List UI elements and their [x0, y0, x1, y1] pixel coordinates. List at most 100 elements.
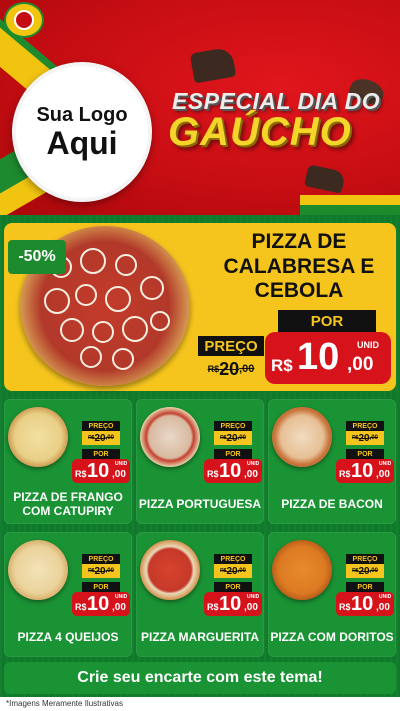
- product-card[interactable]: PREÇO R$ 20,00 POR R$ 10 UNID ,00 PIZZA DE FRANG…: [4, 399, 132, 524]
- old-price-currency: R$: [207, 364, 220, 374]
- old-price: R$ 20,00: [346, 431, 384, 445]
- old-price-int: 20: [358, 432, 370, 444]
- flag-stripe: [300, 195, 400, 205]
- price: R$ 10 UNID ,00: [72, 459, 130, 483]
- product-name: PIZZA DE BACON: [281, 496, 383, 511]
- por-label: POR: [346, 582, 384, 592]
- price-int: 10: [297, 336, 340, 378]
- preco-label: PREÇO: [346, 421, 384, 431]
- featured-product-name: PIZZA DE CALABRESA E CEBOLA: [223, 230, 375, 303]
- preco-label: PREÇO: [214, 554, 252, 564]
- product-name: PIZZA MARGUERITA: [141, 629, 259, 644]
- logo-placeholder[interactable]: Sua Logo Aqui: [12, 62, 152, 202]
- product-card[interactable]: PREÇO R$ 20,00 POR R$ 10 UNID ,00 PIZZA PORTUGUE…: [136, 399, 264, 524]
- price-dec: ,00: [376, 602, 390, 613]
- price-int: 10: [351, 593, 374, 615]
- logo-line1: Sua Logo: [36, 103, 128, 126]
- old-price-int: 20: [94, 565, 106, 577]
- por-label: POR: [82, 582, 120, 592]
- old-price-int: 20: [226, 565, 238, 577]
- old-price-dec: ,00: [105, 435, 114, 441]
- price-int: 10: [351, 460, 374, 482]
- pizza-image: [8, 540, 68, 600]
- price-int: 10: [87, 460, 110, 482]
- old-price-dec: ,00: [237, 435, 246, 441]
- pizza-image: [8, 407, 68, 467]
- old-price-dec: ,00: [239, 363, 255, 375]
- price-unit: UNID: [247, 461, 260, 467]
- old-price-dec: ,00: [369, 568, 378, 574]
- price-dec: ,00: [112, 602, 126, 613]
- price-dec: ,00: [244, 602, 258, 613]
- boot-decoration: [189, 46, 237, 84]
- price-int: 10: [219, 593, 242, 615]
- cta-banner[interactable]: Crie seu encarte com este tema!: [4, 662, 396, 694]
- por-label: POR: [82, 449, 120, 459]
- price-currency: R$: [339, 602, 351, 612]
- price-currency: R$: [207, 602, 219, 612]
- old-price-dec: ,00: [237, 568, 246, 574]
- logo-line2: Aqui: [46, 124, 118, 161]
- por-label: POR: [214, 449, 252, 459]
- old-price-int: 20: [358, 565, 370, 577]
- old-price: R$ 20,00: [82, 431, 120, 445]
- price-int: 10: [87, 593, 110, 615]
- title-line2: GAÚCHO: [168, 110, 352, 154]
- featured-por-label: POR: [278, 310, 376, 332]
- price-dec: ,00: [376, 469, 390, 480]
- old-price-int: 20: [94, 432, 106, 444]
- preco-label: PREÇO: [346, 554, 384, 564]
- old-price-dec: ,00: [105, 568, 114, 574]
- product-name: PIZZA PORTUGUESA: [138, 496, 262, 511]
- price-dec: ,00: [347, 354, 374, 375]
- old-price-int: 20: [219, 358, 240, 379]
- price-currency: R$: [207, 469, 219, 479]
- pizza-image: [140, 407, 200, 467]
- price-currency: R$: [339, 469, 351, 479]
- price: R$ 10 UNID ,00: [336, 592, 394, 616]
- por-label: POR: [214, 582, 252, 592]
- featured-old-price: R$ 20 ,00: [198, 356, 264, 382]
- price-unit: UNID: [379, 461, 392, 467]
- pizza-image: [140, 540, 200, 600]
- old-price: R$ 20,00: [82, 564, 120, 578]
- pizza-image: [272, 407, 332, 467]
- price-dec: ,00: [244, 469, 258, 480]
- old-price: R$ 20,00: [214, 564, 252, 578]
- product-card[interactable]: PREÇO R$ 20,00 POR R$ 10 UNID ,00 PIZZA COM DORI…: [268, 532, 396, 657]
- old-price-int: 20: [226, 432, 238, 444]
- price-currency: R$: [75, 469, 87, 479]
- product-card[interactable]: PREÇO R$ 20,00 POR R$ 10 UNID ,00 PIZZA MARGUERI…: [136, 532, 264, 657]
- old-price: R$ 20,00: [214, 431, 252, 445]
- price-unit: UNID: [247, 594, 260, 600]
- price-unit: UNID: [379, 594, 392, 600]
- por-label: POR: [346, 449, 384, 459]
- featured-preco-label: PREÇO: [198, 336, 264, 356]
- price-unit: UNID: [115, 594, 128, 600]
- discount-badge: -50%: [8, 240, 66, 274]
- price-int: 10: [219, 460, 242, 482]
- featured-price: R$ 10 UNID ,00: [265, 332, 391, 384]
- price: R$ 10 UNID ,00: [204, 592, 262, 616]
- product-name: PIZZA COM DORITOS: [270, 629, 394, 644]
- preco-label: PREÇO: [82, 554, 120, 564]
- old-price-dec: ,00: [369, 435, 378, 441]
- product-card[interactable]: PREÇO R$ 20,00 POR R$ 10 UNID ,00 PIZZA DE BACON: [268, 399, 396, 524]
- preco-label: PREÇO: [82, 421, 120, 431]
- price: R$ 10 UNID ,00: [204, 459, 262, 483]
- header-banner: Sua Logo Aqui ESPECIAL DIA DO GAÚCHO: [0, 0, 400, 215]
- old-price: R$ 20,00: [346, 564, 384, 578]
- price-unit: UNID: [357, 340, 379, 350]
- boot-decoration: [304, 164, 346, 194]
- product-card[interactable]: PREÇO R$ 20,00 POR R$ 10 UNID ,00 PIZZA 4 QUEIJO…: [4, 532, 132, 657]
- price: R$ 10 UNID ,00: [72, 592, 130, 616]
- product-name: PIZZA 4 QUEIJOS: [17, 629, 119, 644]
- price-currency: R$: [271, 356, 293, 375]
- product-name: PIZZA DE FRANGO COM CATUPIRY: [13, 489, 123, 518]
- price-currency: R$: [75, 602, 87, 612]
- rs-crest-icon: [4, 2, 44, 38]
- price: R$ 10 UNID ,00: [336, 459, 394, 483]
- price-unit: UNID: [115, 461, 128, 467]
- price-dec: ,00: [112, 469, 126, 480]
- disclaimer: *Imagens Meramente Ilustrativas: [0, 697, 400, 711]
